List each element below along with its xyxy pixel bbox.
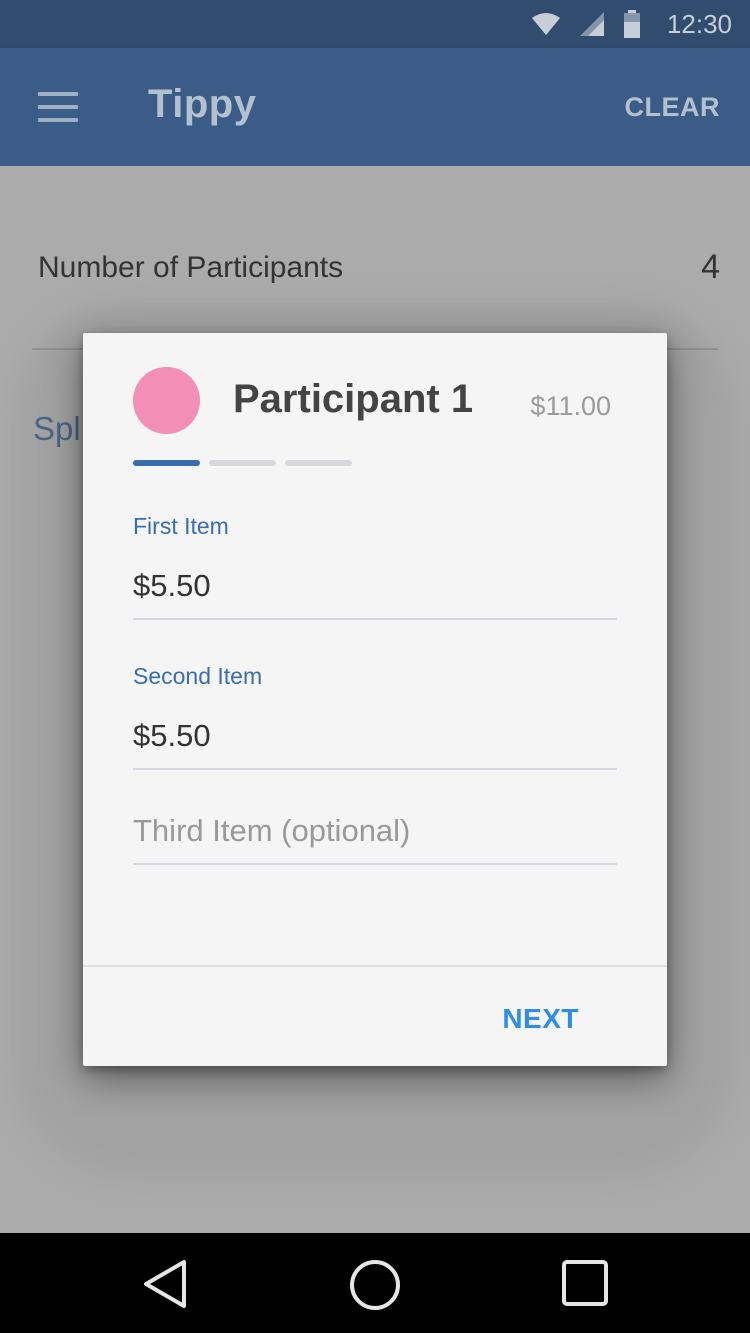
second-item-label: Second Item — [133, 663, 263, 689]
first-item-label: First Item — [133, 513, 229, 539]
home-icon[interactable] — [348, 1258, 402, 1317]
clear-button[interactable]: CLEAR — [625, 92, 721, 123]
progress-step-1 — [133, 460, 200, 466]
participant-name: Participant 1 — [233, 377, 474, 421]
first-item-input[interactable]: $5.50 — [133, 568, 617, 604]
second-item-input[interactable]: $5.50 — [133, 718, 617, 754]
participants-value: 4 — [701, 248, 720, 286]
app-title: Tippy — [148, 82, 257, 126]
status-time: 12:30 — [666, 8, 732, 39]
recents-icon[interactable] — [560, 1258, 610, 1313]
third-item-underline — [133, 863, 617, 865]
next-button[interactable]: NEXT — [502, 1003, 579, 1035]
status-bar: 12:30 — [0, 0, 750, 48]
step-progress — [133, 460, 352, 466]
participant-total: $11.00 — [530, 391, 611, 421]
app-bar: Tippy CLEAR — [0, 48, 750, 166]
progress-step-2 — [209, 460, 276, 466]
second-item-underline — [133, 768, 617, 770]
participants-label: Number of Participants — [38, 250, 344, 284]
progress-step-3 — [285, 460, 352, 466]
first-item-underline — [133, 618, 617, 620]
first-item-field[interactable]: First Item $5.50 — [133, 513, 617, 620]
participant-avatar — [133, 367, 200, 434]
hamburger-menu-icon[interactable] — [38, 92, 78, 122]
back-icon[interactable] — [140, 1258, 192, 1315]
wifi-icon — [531, 12, 561, 36]
battery-icon — [623, 10, 641, 38]
participant-dialog: Participant 1 $11.00 First Item $5.50 Se… — [83, 333, 667, 1066]
participants-row[interactable]: Number of Participants 4 — [38, 248, 720, 287]
second-item-field[interactable]: Second Item $5.50 — [133, 663, 617, 770]
signal-icon — [579, 11, 605, 37]
third-item-field[interactable]: Third Item (optional) — [133, 813, 617, 865]
dialog-divider — [83, 965, 667, 967]
navigation-bar — [0, 1233, 750, 1333]
third-item-input[interactable]: Third Item (optional) — [133, 813, 617, 849]
